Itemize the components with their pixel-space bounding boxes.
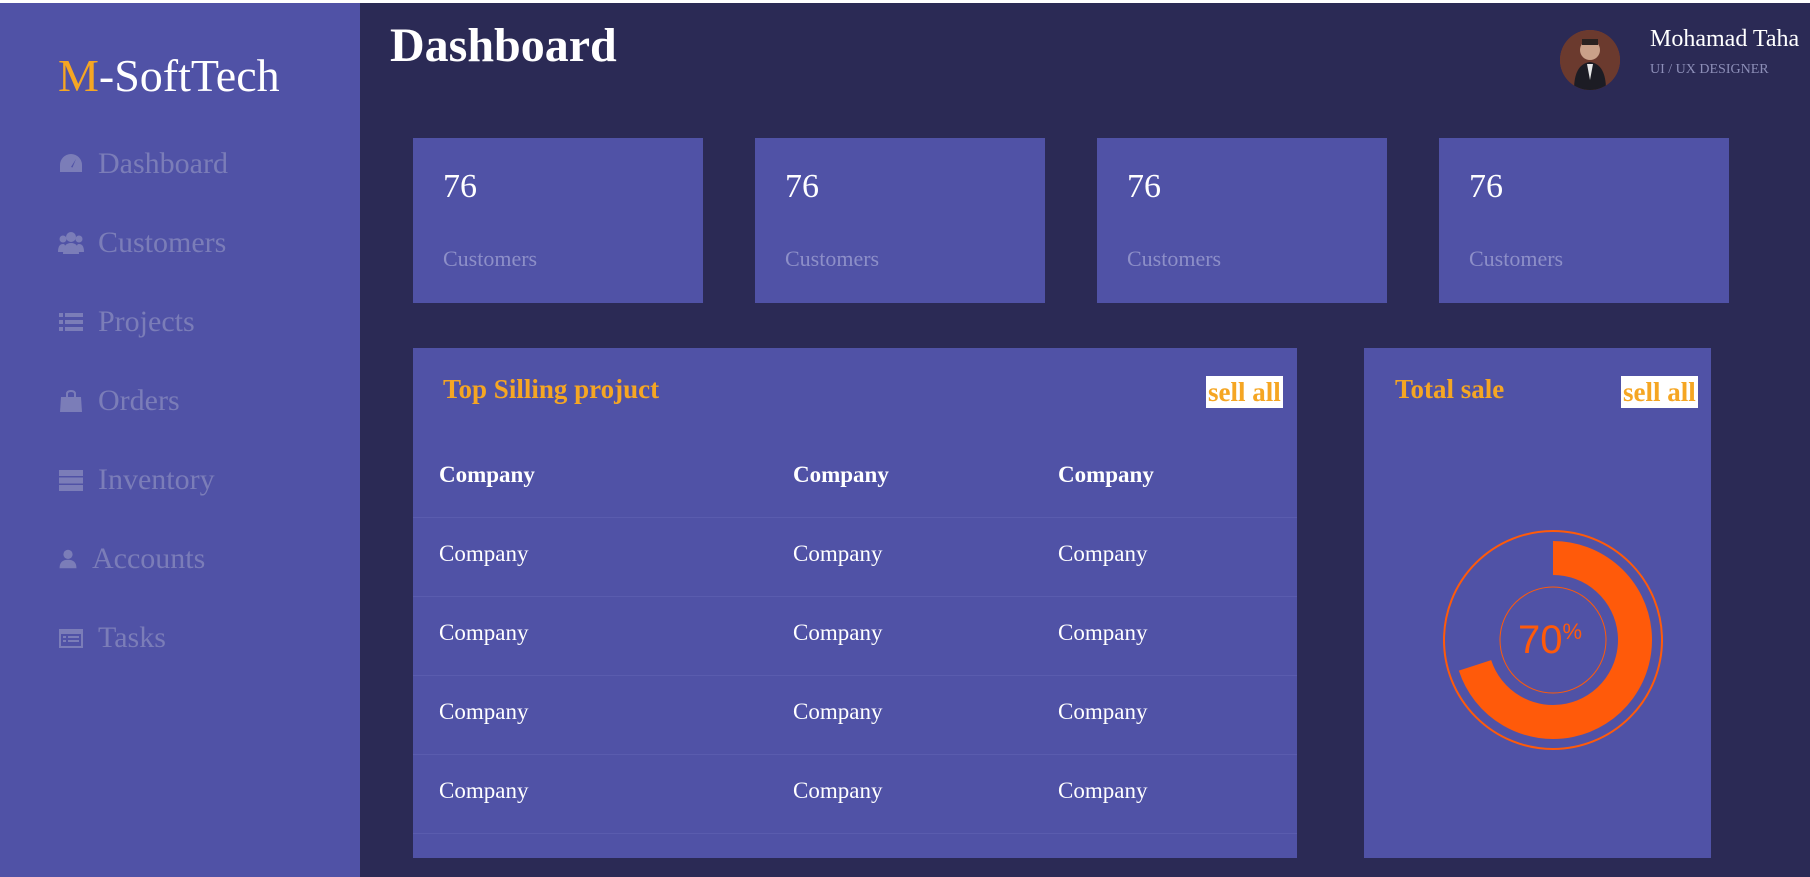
panel-title: Top Silling projuct	[443, 374, 660, 404]
sidebar-item-orders[interactable]: Orders	[58, 381, 180, 421]
sell-all-button[interactable]: sell all	[1206, 376, 1283, 408]
stat-label: Customers	[1127, 246, 1222, 271]
brand-prefix: M	[58, 50, 99, 101]
page-title: Dashboard	[390, 19, 617, 72]
stat-label: Customers	[443, 246, 538, 271]
progress-number: 70	[1518, 618, 1563, 662]
brand-name: -SoftTech	[98, 50, 280, 101]
tasks-icon	[59, 629, 83, 648]
sidebar-item-customers[interactable]: Customers	[58, 223, 226, 263]
sidebar-item-label: Tasks	[98, 621, 166, 654]
total-sale-panel: Total sale sell all 70%	[1364, 348, 1711, 858]
table-cell: Company	[1058, 541, 1148, 566]
table-cell: Company	[1058, 699, 1148, 724]
sidebar-item-label: Orders	[98, 384, 180, 417]
stat-card: 76 Customers	[755, 138, 1045, 303]
sidebar-item-label: Customers	[98, 226, 227, 259]
stat-value: 76	[785, 168, 819, 205]
table-cell: Company	[793, 699, 883, 724]
sidebar-item-inventory[interactable]: Inventory	[58, 460, 215, 500]
sidebar-item-label: Inventory	[98, 463, 215, 496]
avatar[interactable]	[1560, 30, 1620, 90]
table-cell: Company	[793, 541, 883, 566]
stat-value: 76	[1127, 168, 1161, 205]
sidebar-item-projects[interactable]: Projects	[58, 302, 195, 342]
sidebar-item-accounts[interactable]: Accounts	[58, 539, 205, 579]
table-cell: Company	[793, 778, 883, 803]
table-row[interactable]: Company Company Company	[413, 675, 1297, 755]
users-icon	[58, 232, 84, 254]
table-cell: Company	[439, 620, 529, 645]
stat-card: 76 Customers	[1097, 138, 1387, 303]
stat-value: 76	[1469, 168, 1503, 205]
table-cell: Company	[1058, 778, 1148, 803]
table-cell: Company	[439, 541, 529, 566]
top-projects-panel: Top Silling projuct sell all Company Com…	[413, 348, 1297, 858]
user-role: UI / UX DESIGNER	[1650, 62, 1769, 77]
stat-card: 76 Customers	[1439, 138, 1729, 303]
sidebar-item-tasks[interactable]: Tasks	[58, 618, 166, 658]
table-cell: Company	[1058, 620, 1148, 645]
list-icon	[59, 313, 83, 331]
sell-all-button[interactable]: sell all	[1621, 376, 1698, 408]
user-icon	[59, 549, 77, 569]
dashboard-gauge-icon	[60, 154, 82, 172]
sidebar-item-label: Dashboard	[98, 147, 228, 180]
table-row[interactable]: Company Company Company	[413, 754, 1297, 834]
brand-logo[interactable]: M-SoftTech	[58, 49, 280, 102]
user-name: Mohamad Taha	[1650, 26, 1800, 52]
user-photo	[1560, 30, 1620, 90]
column-header: Company	[439, 462, 535, 487]
sidebar-item-label: Projects	[98, 305, 195, 338]
table-cell: Company	[439, 699, 529, 724]
table-row[interactable]: Company Company Company	[413, 517, 1297, 597]
sidebar-item-dashboard[interactable]: Dashboard	[58, 144, 228, 184]
progress-value: 70%	[1518, 618, 1582, 662]
sidebar: M-SoftTech Dashboard Customers Projects …	[0, 3, 360, 877]
table-cell: Company	[793, 620, 883, 645]
sales-progress-ring: 70%	[1443, 530, 1663, 750]
stat-value: 76	[443, 168, 477, 205]
column-header: Company	[1058, 462, 1154, 487]
stat-card: 76 Customers	[413, 138, 703, 303]
panel-title: Total sale	[1395, 374, 1505, 404]
table-cell: Company	[439, 778, 529, 803]
shopping-bag-icon	[60, 390, 82, 412]
table-header-row: Company Company Company	[413, 438, 1297, 518]
stat-label: Customers	[1469, 246, 1564, 271]
stat-label: Customers	[785, 246, 880, 271]
sidebar-item-label: Accounts	[92, 542, 206, 575]
column-header: Company	[793, 462, 889, 487]
inventory-icon	[59, 470, 83, 491]
progress-percent-sign: %	[1562, 619, 1582, 644]
table-row[interactable]: Company Company Company	[413, 596, 1297, 676]
